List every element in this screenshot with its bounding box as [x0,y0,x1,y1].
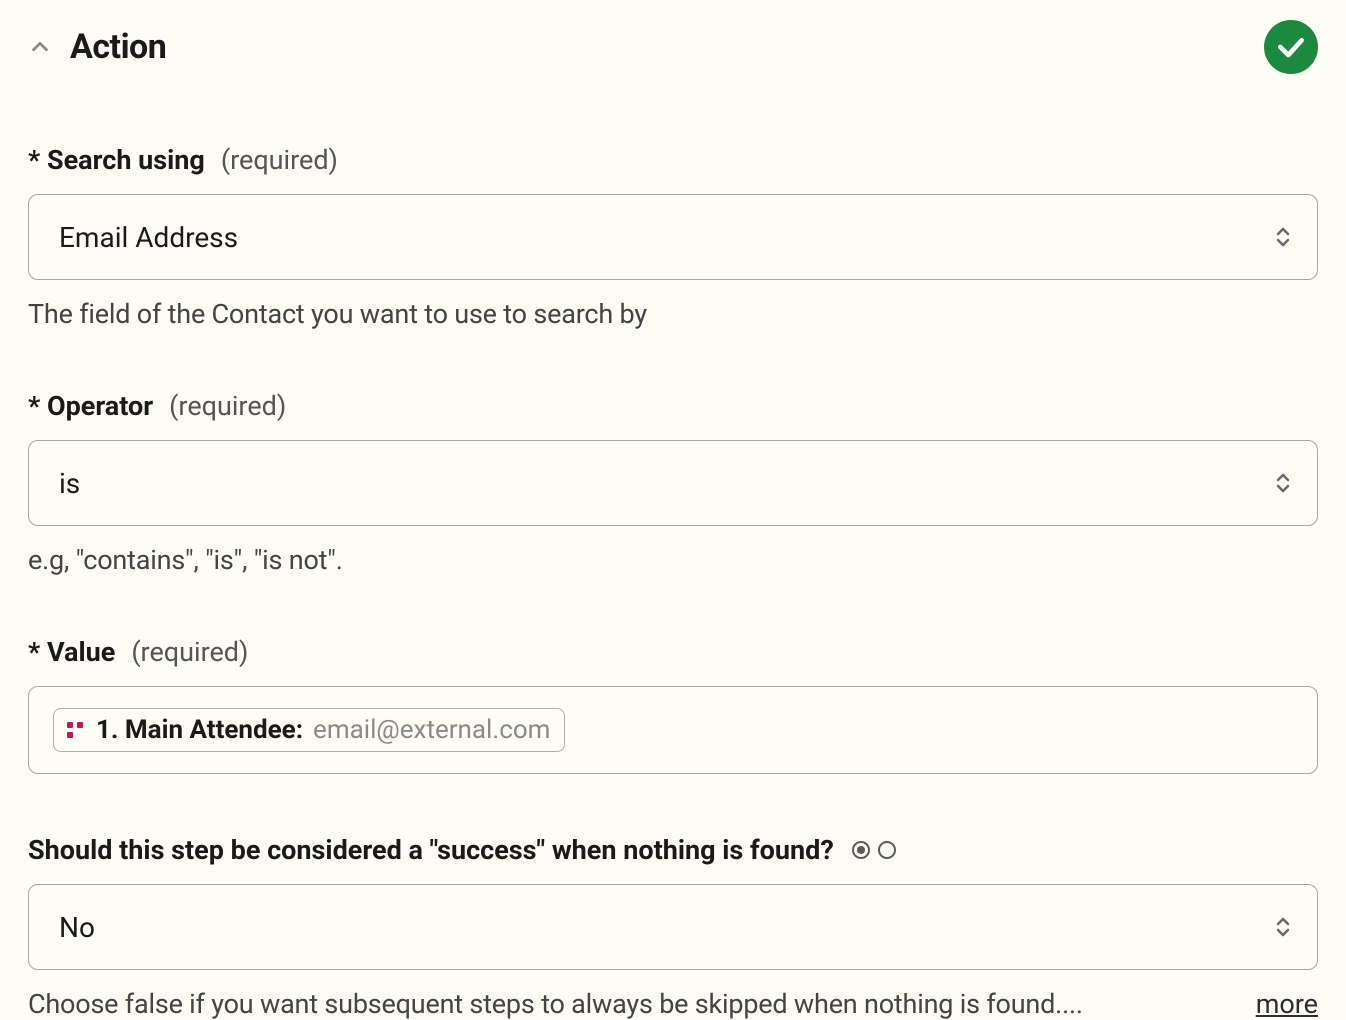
success-label: Should this step be considered a "succes… [28,834,834,866]
success-value: No [59,911,95,944]
value-label: * Value [28,636,115,668]
operator-label: * Operator [28,390,153,422]
radio-option-1[interactable] [852,841,870,859]
search-using-value: Email Address [59,221,238,254]
search-using-select[interactable]: Email Address [28,194,1318,280]
operator-help: e.g, "contains", "is", "is not". [28,544,1318,576]
operator-value: is [59,467,80,500]
chip-sub: email@external.com [313,715,550,745]
value-input[interactable]: 1. Main Attendee: email@external.com [28,686,1318,774]
search-using-label: * Search using [28,144,205,176]
required-tag: (required) [169,390,286,422]
required-tag: (required) [131,636,248,668]
field-operator: * Operator (required) is e.g, "contains"… [28,390,1318,576]
select-arrows-icon [1273,225,1293,249]
app-icon [64,719,86,741]
select-arrows-icon [1273,471,1293,495]
search-using-help: The field of the Contact you want to use… [28,298,1318,330]
operator-select[interactable]: is [28,440,1318,526]
value-chip[interactable]: 1. Main Attendee: email@external.com [53,708,565,752]
field-value: * Value (required) 1. Main Attendee: ema… [28,636,1318,774]
required-tag: (required) [221,144,338,176]
select-arrows-icon [1273,915,1293,939]
section-header: Action [28,20,1318,74]
radio-group [852,841,896,859]
more-link[interactable]: more [1256,988,1318,1020]
field-search-using: * Search using (required) Email Address … [28,144,1318,330]
check-circle-icon [1264,20,1318,74]
chip-label: 1. Main Attendee: [96,715,303,745]
radio-option-2[interactable] [878,841,896,859]
success-select[interactable]: No [28,884,1318,970]
section-title: Action [70,27,166,67]
success-help: Choose false if you want subsequent step… [28,988,1083,1020]
field-success: Should this step be considered a "succes… [28,834,1318,1020]
chevron-up-icon[interactable] [28,35,52,59]
